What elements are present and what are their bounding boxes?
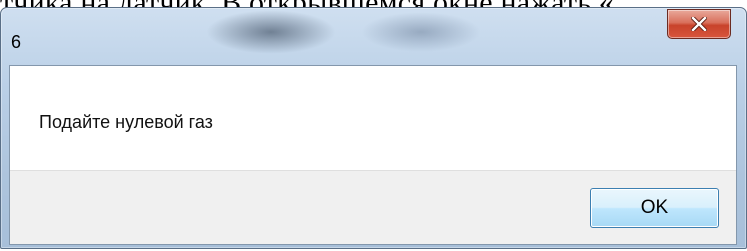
window-title: 6 bbox=[11, 32, 22, 52]
close-icon bbox=[691, 17, 707, 31]
glass-blur bbox=[361, 12, 481, 52]
title-bar[interactable]: 6 bbox=[1, 8, 746, 64]
message-text: Подайте нулевой газ bbox=[39, 112, 213, 132]
message-dialog: 6 Подайте нулевой газ OK bbox=[0, 7, 747, 249]
ok-button[interactable]: OK bbox=[590, 188, 719, 228]
message-area: Подайте нулевой газ bbox=[10, 66, 736, 171]
dialog-body: Подайте нулевой газ OK bbox=[9, 65, 737, 245]
glass-blur bbox=[206, 10, 336, 54]
close-button[interactable] bbox=[667, 9, 731, 39]
